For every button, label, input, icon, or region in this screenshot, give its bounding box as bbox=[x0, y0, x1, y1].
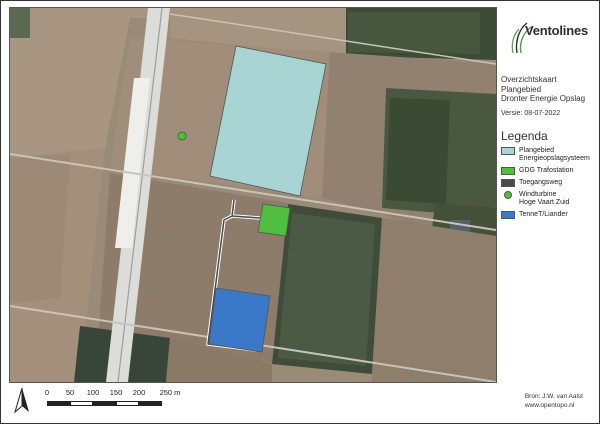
windturbine-marker[interactable] bbox=[177, 131, 187, 141]
scale-segment bbox=[70, 401, 93, 406]
map-title: Overzichtskaart Plangebied Dronter Energ… bbox=[501, 75, 585, 104]
map-layout-frame: Ventolines Overzichtskaart Plangebied Dr… bbox=[0, 0, 600, 424]
field-plot bbox=[386, 98, 450, 204]
legend-swatch bbox=[501, 147, 515, 155]
legend-label: GDG Trafostation bbox=[519, 167, 574, 174]
aerial-map[interactable] bbox=[9, 7, 497, 383]
legend-text: Plangebied Energieopslagsysteem bbox=[519, 147, 590, 163]
legend-label: Toegangsweg bbox=[519, 179, 563, 186]
scale-segment bbox=[47, 401, 70, 406]
legend-panel: Ventolines Overzichtskaart Plangebied Dr… bbox=[497, 7, 593, 381]
field-plot bbox=[10, 154, 70, 303]
source-link[interactable]: www.opentopo.nl bbox=[525, 401, 583, 410]
legend-swatch bbox=[501, 179, 515, 187]
legend-text: TenneT/Liander bbox=[519, 211, 568, 219]
legend-text: GDG Trafostation bbox=[519, 167, 573, 175]
legend-title: Legenda bbox=[501, 129, 548, 143]
scale-label: 200 bbox=[132, 388, 146, 397]
source-line: Bron: J.W. van Aalst bbox=[524, 393, 583, 400]
scale-segment bbox=[116, 401, 139, 406]
scale-segment bbox=[139, 401, 162, 406]
tennet-liander-area[interactable] bbox=[208, 287, 271, 353]
legend-list: Plangebied Energieopslagsysteem GDG Trafos… bbox=[501, 147, 595, 223]
scale-bar: 0 50 100 150 200 250 m bbox=[44, 388, 197, 418]
field-plot bbox=[10, 8, 30, 38]
title-line: Plangebied bbox=[501, 84, 542, 94]
title-line: Overzichtskaart bbox=[501, 75, 557, 84]
field-plot bbox=[278, 213, 375, 366]
title-line: Dronter Energie Opslag bbox=[501, 94, 586, 103]
legend-label: Energieopslagsysteem bbox=[519, 155, 590, 162]
legend-item: Windturbine Hoge Vaart Zuid bbox=[501, 191, 595, 207]
scale-label: 100 bbox=[86, 388, 100, 397]
map-footer: 0 50 100 150 200 250 m Bron: J.W. van Aalst w… bbox=[9, 382, 593, 420]
gdg-trafostation[interactable] bbox=[257, 203, 291, 237]
legend-item: Plangebied Energieopslagsysteem bbox=[501, 147, 595, 163]
scale-segment bbox=[93, 401, 116, 406]
scale-label: 50 bbox=[65, 388, 75, 397]
legend-label: Windturbine bbox=[519, 191, 557, 198]
scale-label: 150 bbox=[109, 388, 123, 397]
legend-swatch bbox=[501, 211, 515, 219]
version-label: Versie: 08-07-2022 bbox=[501, 110, 561, 117]
legend-label: Plangebied bbox=[519, 147, 555, 154]
north-arrow-icon bbox=[14, 387, 29, 414]
legend-label: TenneT/Liander bbox=[519, 211, 568, 218]
field-plot bbox=[372, 218, 496, 382]
legend-text: Windturbine Hoge Vaart Zuid bbox=[519, 191, 569, 207]
scale-label: 0 bbox=[44, 388, 50, 397]
source-credit: Bron: J.W. van Aalst www.opentopo.nl bbox=[525, 392, 583, 410]
logo-name: Ventolines bbox=[525, 23, 589, 38]
legend-item: TenneT/Liander bbox=[501, 211, 595, 219]
scale-label: 250 m bbox=[159, 388, 181, 397]
legend-item: Toegangsweg bbox=[501, 179, 595, 187]
field-plot bbox=[348, 12, 480, 54]
legend-label: Hoge Vaart Zuid bbox=[519, 199, 570, 206]
map-canvas bbox=[10, 8, 496, 382]
legend-swatch bbox=[504, 191, 512, 199]
legend-swatch bbox=[501, 167, 515, 175]
legend-text: Toegangsweg bbox=[519, 179, 562, 187]
legend-item: GDG Trafostation bbox=[501, 167, 595, 175]
